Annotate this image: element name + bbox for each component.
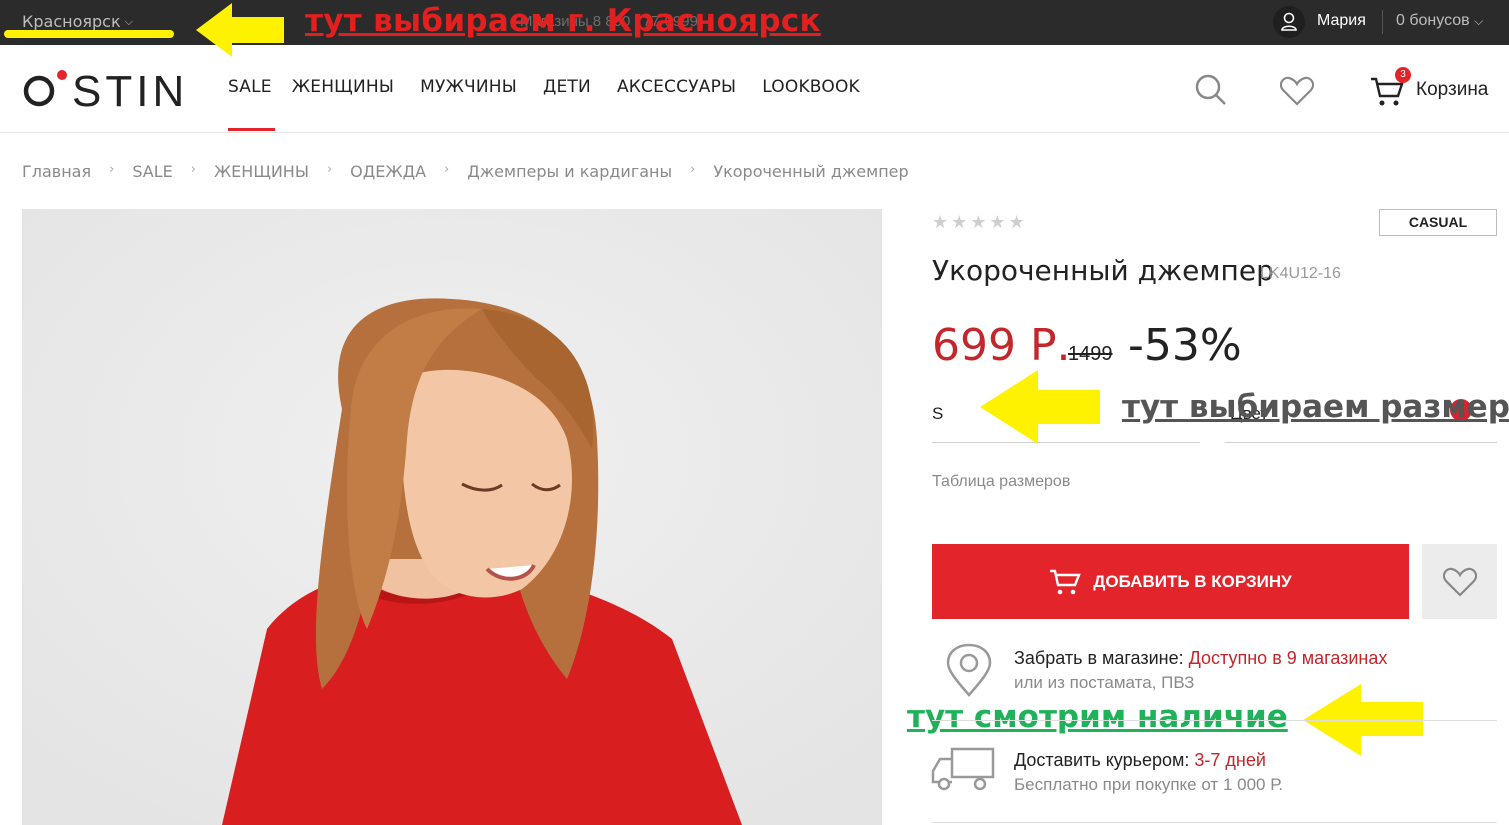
ostin-logo[interactable]: STIN <box>22 67 187 107</box>
courier-info: Доставить курьером: 3-7 дней <box>1014 750 1266 771</box>
color-underline <box>1225 442 1497 443</box>
breadcrumb-item[interactable]: Главная <box>22 162 91 181</box>
collection-badge: CASUAL <box>1379 209 1497 236</box>
breadcrumb-current: Укороченный джемпер <box>713 162 909 181</box>
breadcrumb-item[interactable]: ЖЕНЩИНЫ <box>214 162 309 181</box>
product-title: Укороченный джемпер <box>932 254 1274 287</box>
city-label: Красноярск <box>22 12 121 31</box>
user-icon[interactable] <box>1273 6 1305 38</box>
main-header: STIN SALE ЖЕНЩИНЫ МУЖЧИНЫ ДЕТИ АКСЕССУАР… <box>0 45 1509 133</box>
nav-item-men[interactable]: МУЖЧИНЫ <box>420 77 517 97</box>
divider <box>932 822 1497 823</box>
cart-label[interactable]: Корзина <box>1416 79 1488 101</box>
breadcrumb-item[interactable]: Джемперы и кардиганы <box>467 162 672 181</box>
annotation-size: тут выбираем размер <box>1122 389 1509 425</box>
divider <box>932 720 1497 721</box>
divider <box>1382 10 1383 34</box>
location-pin-icon <box>946 643 992 697</box>
bonus-dropdown[interactable]: 0 бонусов ⌵ <box>1396 12 1483 30</box>
add-to-favorites-button[interactable] <box>1422 544 1497 619</box>
size-select[interactable]: S <box>932 404 943 424</box>
user-name[interactable]: Мария <box>1317 12 1366 30</box>
current-price: 699 Р. <box>932 320 1071 371</box>
bonus-label: 0 бонусов <box>1396 12 1470 29</box>
delivery-truck-icon <box>931 747 995 791</box>
chevron-right-icon: › <box>326 162 333 177</box>
annotation-city: тут выбираем г. Красноярск <box>305 3 821 39</box>
breadcrumb-item[interactable]: SALE <box>132 162 172 181</box>
add-to-cart-button[interactable]: ДОБАВИТЬ В КОРЗИНУ <box>932 544 1409 619</box>
nav-item-sale[interactable]: SALE <box>228 77 272 97</box>
cart-icon <box>1050 569 1082 594</box>
pickup-label: Забрать в магазине: <box>1014 648 1189 668</box>
nav-item-women[interactable]: ЖЕНЩИНЫ <box>292 77 394 97</box>
pickup-info: Забрать в магазине: Доступно в 9 магазин… <box>1014 648 1387 669</box>
chevron-down-icon: ⌵ <box>1474 14 1484 28</box>
search-icon[interactable] <box>1195 74 1227 106</box>
discount-percent: -53% <box>1128 320 1242 371</box>
chevron-down-icon: ⌵ <box>124 15 133 28</box>
pickup-subtext: или из постамата, ПВЗ <box>1014 673 1195 692</box>
chevron-right-icon: › <box>190 162 196 177</box>
nav-item-lookbook[interactable]: LOOKBOOK <box>762 77 860 97</box>
chevron-right-icon: › <box>109 162 115 177</box>
product-photo[interactable] <box>22 209 882 825</box>
svg-text:STIN: STIN <box>72 67 187 107</box>
annotation-stock: тут смотрим наличие <box>907 699 1288 735</box>
pickup-availability-link[interactable]: Доступно в 9 магазинах <box>1189 648 1388 668</box>
add-to-cart-label: ДОБАВИТЬ В КОРЗИНУ <box>1093 571 1292 591</box>
cart-count-badge: 3 <box>1395 67 1411 83</box>
size-table-link[interactable]: Таблица размеров <box>932 473 1070 491</box>
breadcrumb-item[interactable]: ОДЕЖДА <box>350 162 426 181</box>
old-price: 1499 <box>1068 343 1113 365</box>
heart-icon[interactable] <box>1280 76 1314 106</box>
active-nav-indicator <box>228 128 275 131</box>
heart-icon <box>1442 567 1477 597</box>
courier-label: Доставить курьером: <box>1014 750 1195 770</box>
product-sku: LK4U12-16 <box>1260 265 1341 282</box>
main-nav: SALE ЖЕНЩИНЫ МУЖЧИНЫ ДЕТИ АКСЕССУАРЫ LOO… <box>228 77 886 97</box>
courier-days: 3-7 дней <box>1194 750 1266 770</box>
breadcrumb: Главная › SALE › ЖЕНЩИНЫ › ОДЕЖДА › Джемперы… <box>22 162 909 181</box>
annotation-underline <box>4 30 174 38</box>
city-selector[interactable]: Красноярск ⌵ <box>22 12 133 31</box>
chevron-right-icon: › <box>690 162 696 177</box>
rating-stars[interactable]: ★★★★★ <box>932 212 1028 233</box>
chevron-right-icon: › <box>444 162 450 177</box>
nav-item-kids[interactable]: ДЕТИ <box>543 77 591 97</box>
annotation-arrow-left-icon <box>980 370 1100 444</box>
nav-item-accessories[interactable]: АКСЕССУАРЫ <box>617 77 736 97</box>
courier-subtext: Бесплатно при покупке от 1 000 Р. <box>1014 775 1284 794</box>
